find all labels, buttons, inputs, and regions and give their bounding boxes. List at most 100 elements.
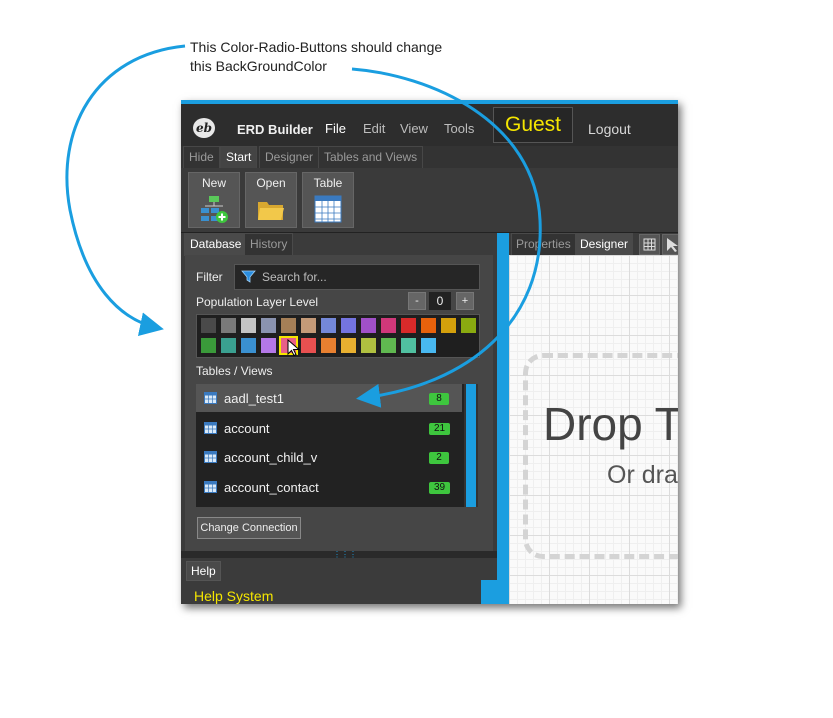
- filter-label: Filter: [196, 270, 223, 284]
- drop-zone[interactable]: [523, 353, 678, 559]
- tab-start[interactable]: Start: [220, 146, 258, 169]
- app-window: eb ERD Builder File Edit View Tools Gues…: [181, 100, 678, 604]
- table-icon: [204, 421, 217, 434]
- column-count-badge: 39: [429, 481, 451, 494]
- open-button-label: Open: [256, 176, 286, 190]
- color-swatch[interactable]: [201, 338, 216, 353]
- table-row[interactable]: account_contact 39: [196, 473, 462, 501]
- designer-panel: Properties Designer Drop T Or dra: [509, 233, 678, 604]
- arrow-to-swatches: [65, 44, 186, 337]
- scrollbar-thumb[interactable]: [466, 384, 476, 507]
- color-swatch[interactable]: [281, 318, 296, 333]
- table-row[interactable]: aadl_test1 8: [196, 384, 462, 412]
- color-swatch[interactable]: [461, 318, 476, 333]
- drop-subtitle: Or dra: [607, 461, 678, 489]
- tables-list: aadl_test1 8 account 21 account_child_v 2 acco…: [196, 384, 478, 507]
- table-icon: [204, 392, 217, 404]
- table-button-label: Table: [313, 176, 343, 190]
- table-icon: [314, 195, 342, 223]
- table-row[interactable]: account_child_v 2: [196, 443, 462, 471]
- table-name: account: [224, 420, 270, 436]
- horizontal-splitter[interactable]: ⋮⋮⋮: [181, 550, 497, 559]
- tab-history[interactable]: History: [244, 233, 294, 256]
- color-swatch[interactable]: [341, 338, 356, 353]
- filter-input[interactable]: Search for...: [234, 264, 480, 290]
- tab-tables-and-views[interactable]: Tables and Views: [318, 146, 424, 169]
- color-swatch[interactable]: [241, 338, 256, 353]
- tab-designer[interactable]: Designer: [259, 146, 320, 169]
- color-swatch[interactable]: [401, 338, 416, 353]
- app-title: ERD Builder: [237, 122, 313, 137]
- tab-designer-panel[interactable]: Designer: [575, 233, 634, 256]
- population-value[interactable]: 0: [429, 292, 451, 310]
- tab-hide[interactable]: Hide: [183, 146, 220, 169]
- user-box[interactable]: Guest: [493, 107, 573, 143]
- column-count-badge: 2: [429, 452, 449, 464]
- table-name: account_contact: [224, 479, 319, 495]
- color-swatch[interactable]: [381, 338, 396, 353]
- designer-canvas[interactable]: Drop T Or dra: [509, 255, 678, 604]
- column-count-badge: 21: [429, 422, 451, 435]
- ribbon: New Open Table: [181, 168, 678, 233]
- menu-view[interactable]: View: [400, 121, 428, 136]
- new-diagram-icon: [201, 196, 228, 223]
- help-panel: Help Help System: [181, 558, 497, 604]
- color-swatch[interactable]: [381, 318, 396, 333]
- tables-views-label: Tables / Views: [196, 364, 273, 378]
- color-swatch[interactable]: [301, 338, 316, 353]
- filter-placeholder: Search for...: [262, 270, 327, 284]
- mouse-cursor-icon: [287, 339, 301, 357]
- tab-properties[interactable]: Properties: [511, 233, 576, 256]
- color-swatch[interactable]: [421, 318, 436, 333]
- table-name: account_child_v: [224, 450, 318, 465]
- column-count-badge: 8: [429, 393, 449, 405]
- color-swatch[interactable]: [321, 338, 336, 353]
- help-scrollbar[interactable]: [481, 580, 497, 604]
- tab-database[interactable]: Database: [184, 233, 248, 256]
- folder-icon: [258, 202, 284, 220]
- color-radio-buttons: [196, 314, 480, 358]
- color-swatch[interactable]: [221, 318, 236, 333]
- color-swatch[interactable]: [241, 318, 256, 333]
- color-swatch[interactable]: [341, 318, 356, 333]
- table-button[interactable]: Table: [302, 172, 354, 228]
- color-swatch[interactable]: [441, 318, 456, 333]
- logout-link[interactable]: Logout: [588, 121, 631, 137]
- color-swatch[interactable]: [301, 318, 316, 333]
- color-swatch[interactable]: [261, 338, 276, 353]
- vertical-splitter[interactable]: [497, 233, 509, 604]
- color-swatch[interactable]: [361, 338, 376, 353]
- change-connection-button[interactable]: Change Connection: [197, 517, 301, 539]
- table-icon: [204, 480, 217, 493]
- annotation: This Color-Radio-Buttons should change t…: [190, 38, 442, 76]
- open-button[interactable]: Open: [245, 172, 297, 228]
- menu-tools[interactable]: Tools: [444, 121, 474, 136]
- menu-edit[interactable]: Edit: [363, 121, 385, 136]
- decrement-button[interactable]: -: [408, 292, 426, 310]
- color-swatch[interactable]: [201, 318, 216, 333]
- color-swatch[interactable]: [401, 318, 416, 333]
- grip-icon: ⋮⋮⋮: [333, 550, 357, 559]
- help-title: Help System: [194, 588, 274, 604]
- funnel-icon: [241, 270, 256, 283]
- color-swatch[interactable]: [361, 318, 376, 333]
- population-label: Population Layer Level: [196, 295, 319, 309]
- pointer-tool-icon[interactable]: [662, 234, 678, 255]
- drop-title: Drop T: [543, 398, 678, 450]
- user-name: Guest: [504, 113, 562, 136]
- color-swatch[interactable]: [421, 338, 436, 353]
- annotation-line-1: This Color-Radio-Buttons should change: [190, 39, 443, 55]
- color-swatch[interactable]: [221, 338, 236, 353]
- color-swatch[interactable]: [321, 318, 336, 333]
- main-tabs: Hide Start Designer Tables and Views: [181, 146, 678, 169]
- tab-help[interactable]: Help: [186, 561, 221, 581]
- color-swatch[interactable]: [261, 318, 276, 333]
- tables-scrollbar[interactable]: [464, 384, 478, 507]
- table-row[interactable]: account 21: [196, 414, 462, 442]
- new-button[interactable]: New: [188, 172, 240, 228]
- grid-toggle-icon[interactable]: [639, 234, 660, 255]
- menu-file[interactable]: File: [325, 121, 346, 136]
- new-button-label: New: [201, 176, 226, 190]
- increment-button[interactable]: +: [456, 292, 474, 310]
- logo-icon: eb: [193, 118, 215, 138]
